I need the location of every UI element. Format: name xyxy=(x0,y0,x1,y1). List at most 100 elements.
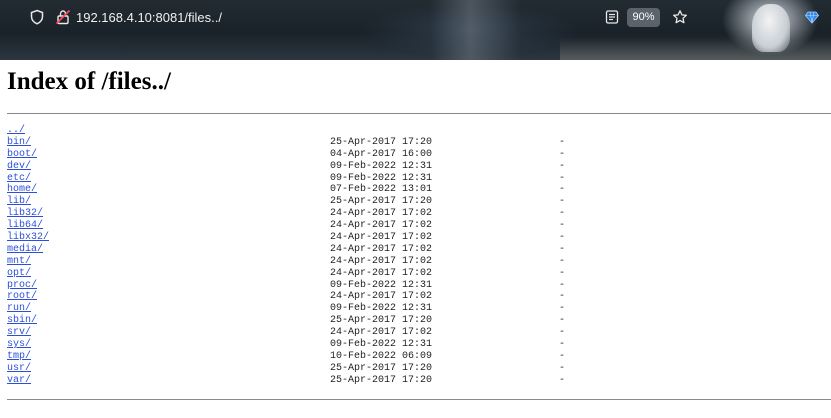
entry-modified-date: 09-Feb-2022 12:31 xyxy=(330,160,433,172)
insecure-lock-icon[interactable] xyxy=(55,9,71,25)
entry-size: - xyxy=(559,136,566,148)
entry-link[interactable]: dev/ xyxy=(7,161,31,173)
entry-link[interactable]: tmp/ xyxy=(7,351,31,363)
listing-row: ../ xyxy=(7,125,831,137)
entry-modified-date: 25-Apr-2017 17:20 xyxy=(330,315,433,327)
entry-link[interactable]: sys/ xyxy=(7,339,31,351)
toolbar-background-ground xyxy=(560,38,831,60)
entry-modified-date: 24-Apr-2017 17:02 xyxy=(330,267,433,279)
listing-row: root/24-Apr-2017 17:02 - xyxy=(7,291,831,303)
entry-link[interactable]: libx32/ xyxy=(7,232,49,244)
entry-size: - xyxy=(559,160,566,172)
listing-row: boot/04-Apr-2017 16:00 - xyxy=(7,149,831,161)
entry-size: - xyxy=(559,327,566,339)
entry-link[interactable]: mnt/ xyxy=(7,256,31,268)
entry-size: - xyxy=(559,148,566,160)
entry-link[interactable]: usr/ xyxy=(7,363,31,375)
reader-view-icon[interactable] xyxy=(604,9,620,25)
entry-size: - xyxy=(559,255,566,267)
entry-link[interactable]: boot/ xyxy=(7,149,37,161)
entry-link[interactable]: home/ xyxy=(7,184,37,196)
listing-row: run/09-Feb-2022 12:31 - xyxy=(7,303,831,315)
entry-link[interactable]: var/ xyxy=(7,375,31,387)
entry-modified-date: 04-Apr-2017 16:00 xyxy=(330,148,433,160)
entry-link[interactable]: run/ xyxy=(7,303,31,315)
entry-modified-date: 10-Feb-2022 06:09 xyxy=(330,350,433,362)
entry-link[interactable]: media/ xyxy=(7,244,43,256)
entry-size: - xyxy=(559,350,566,362)
listing-row: proc/09-Feb-2022 12:31 - xyxy=(7,280,831,292)
page-title: Index of /files../ xyxy=(7,68,171,95)
top-divider xyxy=(7,113,831,114)
entry-modified-date: 24-Apr-2017 17:02 xyxy=(330,255,433,267)
entry-modified-date: 24-Apr-2017 17:02 xyxy=(330,291,433,303)
address-bar-url[interactable]: 192.168.4.10:8081/files../ xyxy=(76,9,222,27)
entry-link[interactable]: opt/ xyxy=(7,268,31,280)
entry-size: - xyxy=(559,267,566,279)
listing-row: sys/09-Feb-2022 12:31 - xyxy=(7,339,831,351)
entry-size: - xyxy=(559,172,566,184)
zoom-level-button[interactable]: 90% xyxy=(627,8,660,27)
entry-size: - xyxy=(559,232,566,244)
entry-link[interactable]: root/ xyxy=(7,291,37,303)
entry-size: - xyxy=(559,339,566,351)
listing-row: etc/09-Feb-2022 12:31 - xyxy=(7,173,831,185)
entry-modified-date: 24-Apr-2017 17:02 xyxy=(330,232,433,244)
entry-link[interactable]: lib/ xyxy=(7,196,31,208)
entry-link[interactable]: lib32/ xyxy=(7,208,43,220)
entry-modified-date: 25-Apr-2017 17:20 xyxy=(330,196,433,208)
entry-modified-date: 25-Apr-2017 17:20 xyxy=(330,374,433,386)
entry-link[interactable]: etc/ xyxy=(7,173,31,185)
listing-row: lib/25-Apr-2017 17:20 - xyxy=(7,196,831,208)
toolbar-background-figure xyxy=(752,4,790,52)
entry-modified-date: 09-Feb-2022 12:31 xyxy=(330,303,433,315)
entry-modified-date: 24-Apr-2017 17:02 xyxy=(330,208,433,220)
entry-link[interactable]: sbin/ xyxy=(7,315,37,327)
entry-size: - xyxy=(559,196,566,208)
listing-row: opt/24-Apr-2017 17:02 - xyxy=(7,268,831,280)
entry-size: - xyxy=(559,279,566,291)
entry-link[interactable]: proc/ xyxy=(7,280,37,292)
listing-row: lib32/24-Apr-2017 17:02 - xyxy=(7,208,831,220)
extension-gem-icon[interactable] xyxy=(804,9,820,25)
listing-row: home/07-Feb-2022 13:01 - xyxy=(7,184,831,196)
listing-row: sbin/25-Apr-2017 17:20 - xyxy=(7,315,831,327)
toolbar-background-rock xyxy=(430,0,520,60)
entry-size: - xyxy=(559,208,566,220)
listing-row: srv/24-Apr-2017 17:02 - xyxy=(7,327,831,339)
listing-row: usr/25-Apr-2017 17:20 - xyxy=(7,363,831,375)
entry-modified-date: 07-Feb-2022 13:01 xyxy=(330,184,433,196)
bottom-divider xyxy=(7,399,831,400)
listing-row: media/24-Apr-2017 17:02 - xyxy=(7,244,831,256)
entry-link[interactable]: bin/ xyxy=(7,137,31,149)
entry-size: - xyxy=(559,362,566,374)
entry-modified-date: 09-Feb-2022 12:31 xyxy=(330,339,433,351)
listing-row: var/25-Apr-2017 17:20 - xyxy=(7,375,831,387)
entry-size: - xyxy=(559,291,566,303)
listing-row: dev/09-Feb-2022 12:31 - xyxy=(7,161,831,173)
browser-toolbar: 192.168.4.10:8081/files../ 90% xyxy=(0,0,831,60)
shield-icon[interactable] xyxy=(29,9,45,25)
entry-link[interactable]: lib64/ xyxy=(7,220,43,232)
entry-modified-date: 09-Feb-2022 12:31 xyxy=(330,172,433,184)
entry-size: - xyxy=(559,374,566,386)
entry-modified-date: 09-Feb-2022 12:31 xyxy=(330,279,433,291)
bookmark-star-icon[interactable] xyxy=(672,9,688,25)
entry-link[interactable]: srv/ xyxy=(7,327,31,339)
entry-size: - xyxy=(559,303,566,315)
entry-modified-date: 24-Apr-2017 17:02 xyxy=(330,243,433,255)
directory-listing: ../bin/25-Apr-2017 17:20- boot/04-Apr-201… xyxy=(7,125,831,387)
listing-row: mnt/24-Apr-2017 17:02 - xyxy=(7,256,831,268)
entry-size: - xyxy=(559,315,566,327)
entry-modified-date: 25-Apr-2017 17:20 xyxy=(330,136,433,148)
listing-row: libx32/24-Apr-2017 17:02 - xyxy=(7,232,831,244)
entry-link[interactable]: ../ xyxy=(7,125,25,137)
entry-size: - xyxy=(559,184,566,196)
listing-row: tmp/10-Feb-2022 06:09 - xyxy=(7,351,831,363)
entry-modified-date: 24-Apr-2017 17:02 xyxy=(330,327,433,339)
listing-row: bin/25-Apr-2017 17:20 - xyxy=(7,137,831,149)
entry-modified-date: 24-Apr-2017 17:02 xyxy=(330,220,433,232)
entry-size: - xyxy=(559,243,566,255)
entry-modified-date: 25-Apr-2017 17:20 xyxy=(330,362,433,374)
entry-size: - xyxy=(559,220,566,232)
